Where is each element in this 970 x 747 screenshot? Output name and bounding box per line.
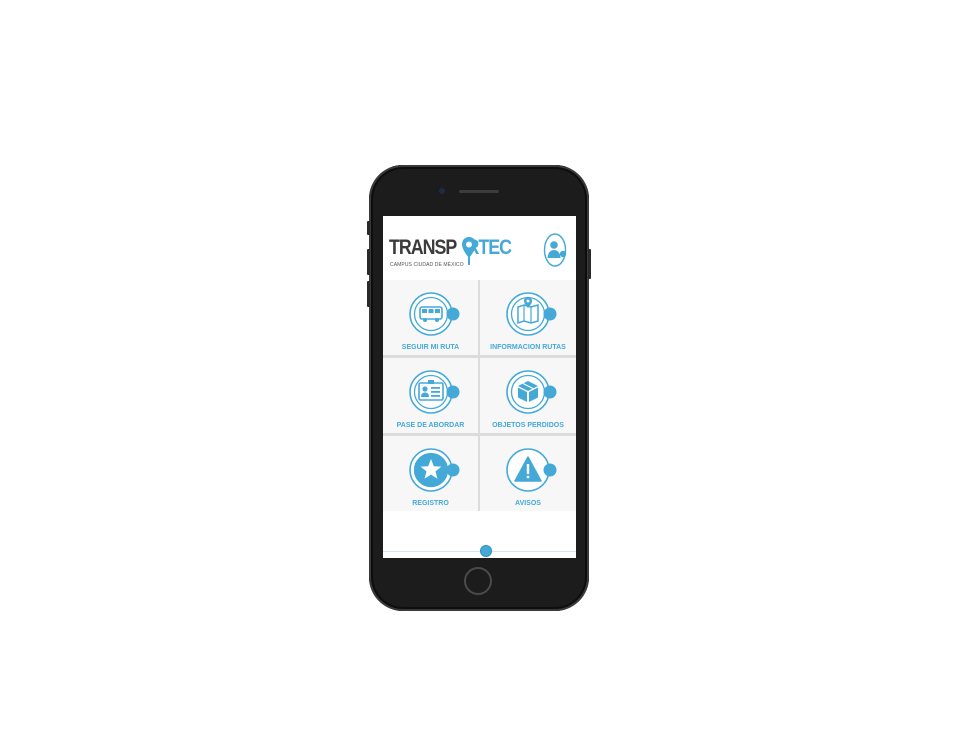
star-icon: [408, 448, 459, 492]
menu-tile-registro[interactable]: REGISTRO: [383, 436, 478, 511]
user-profile-icon: [543, 233, 567, 267]
bottom-indicator-dot[interactable]: [480, 545, 492, 557]
logo-wordmark: TRANSP RTEC: [389, 236, 512, 260]
bus-icon: [408, 292, 459, 336]
menu-tile-objetos-perdidos[interactable]: OBJETOS PERDIDOS: [480, 358, 576, 433]
warning-icon: [506, 448, 557, 492]
phone-volume-down: [367, 281, 370, 307]
menu-tile-pase-de-abordar[interactable]: PASE DE ABORDAR: [383, 358, 478, 433]
logo-text-part1: TRANSP: [389, 236, 457, 259]
menu-tile-label: AVISOS: [515, 500, 541, 507]
menu-tile-informacion-rutas[interactable]: INFORMACION RUTAS: [480, 280, 576, 355]
phone-camera: [439, 188, 445, 194]
app-header: TRANSP RTEC CAMPUS CIUDAD DE MÉXICO: [383, 216, 576, 280]
menu-grid: SEGUIR MI RUTA INFORMACION RUTAS PASE DE…: [383, 280, 576, 511]
logo-subtitle: CAMPUS CIUDAD DE MÉXICO: [390, 262, 464, 268]
map-pin-icon: [506, 292, 557, 336]
menu-tile-label: OBJETOS PERDIDOS: [492, 422, 564, 429]
app-logo: TRANSP RTEC CAMPUS CIUDAD DE MÉXICO: [389, 236, 519, 270]
app-screen: TRANSP RTEC CAMPUS CIUDAD DE MÉXICO SEGU…: [383, 216, 576, 558]
box-icon: [506, 370, 557, 414]
phone-frame: TRANSP RTEC CAMPUS CIUDAD DE MÉXICO SEGU…: [367, 165, 591, 611]
menu-tile-label: REGISTRO: [412, 500, 449, 507]
phone-silent-switch: [367, 221, 370, 235]
phone-power-button: [588, 249, 591, 279]
menu-tile-label: PASE DE ABORDAR: [396, 422, 465, 429]
phone-home-button[interactable]: [464, 567, 492, 595]
menu-tile-avisos[interactable]: AVISOS: [480, 436, 576, 511]
menu-tile-seguir-mi-ruta[interactable]: SEGUIR MI RUTA: [383, 280, 478, 355]
user-profile-button[interactable]: [543, 232, 569, 268]
menu-tile-label: INFORMACION RUTAS: [490, 344, 566, 351]
phone-speaker: [459, 190, 499, 193]
menu-tile-label: SEGUIR MI RUTA: [401, 344, 460, 351]
phone-volume-up: [367, 249, 370, 275]
id-card-icon: [408, 370, 459, 414]
